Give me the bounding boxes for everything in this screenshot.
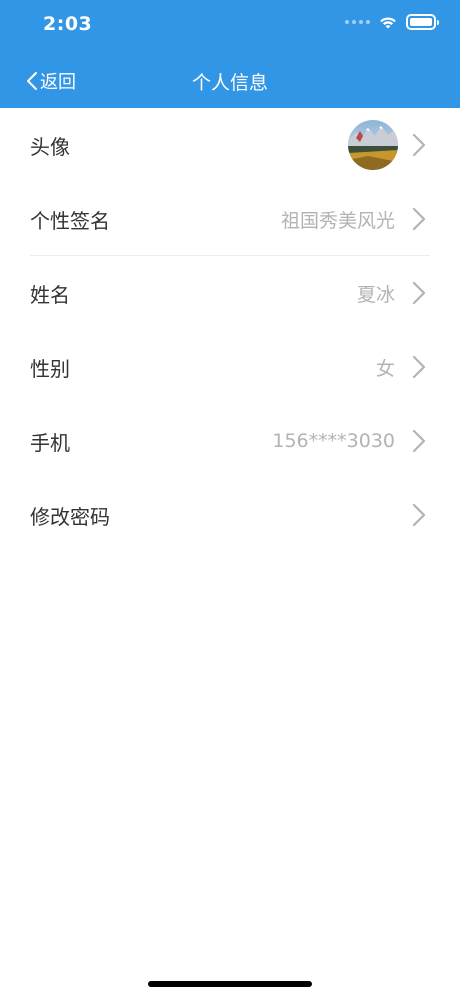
row-label: 个性签名 xyxy=(30,208,110,233)
row-avatar[interactable]: 头像 xyxy=(0,108,460,182)
avatar xyxy=(348,120,398,170)
status-indicators xyxy=(345,14,439,30)
row-label: 手机 xyxy=(30,430,70,455)
wifi-icon xyxy=(380,16,396,28)
row-phone[interactable]: 手机 156****3030 xyxy=(0,404,460,478)
chevron-right-icon xyxy=(412,281,426,305)
row-name[interactable]: 姓名 夏冰 xyxy=(0,256,460,330)
home-indicator[interactable] xyxy=(148,981,312,987)
chevron-right-icon xyxy=(412,503,426,527)
row-value: 祖国秀美风光 xyxy=(280,209,395,232)
row-label: 修改密码 xyxy=(30,504,110,529)
cellular-signal-icon xyxy=(345,20,370,24)
row-change-password[interactable]: 修改密码 xyxy=(0,478,460,552)
info-list: 头像 个性签名 祖国秀美风光 姓名 夏冰 性别 女 手机 156****3030… xyxy=(0,108,460,552)
row-value: 156****3030 xyxy=(272,430,395,452)
chevron-right-icon xyxy=(412,429,426,453)
row-label: 性别 xyxy=(30,356,70,381)
chevron-right-icon xyxy=(412,207,426,231)
chevron-right-icon xyxy=(412,133,426,157)
row-label: 头像 xyxy=(30,134,70,159)
row-label: 姓名 xyxy=(30,282,70,307)
screen: 2:03 返回 个人信息 头像 个性签名 祖国秀美风光 姓名 夏冰 性别 女 手… xyxy=(0,0,460,996)
header: 2:03 返回 个人信息 xyxy=(0,0,460,108)
page-title: 个人信息 xyxy=(191,72,268,94)
chevron-right-icon xyxy=(412,355,426,379)
row-value: 夏冰 xyxy=(356,283,395,306)
row-gender[interactable]: 性别 女 xyxy=(0,330,460,404)
status-time: 2:03 xyxy=(43,13,93,35)
row-value: 女 xyxy=(375,357,395,380)
row-signature[interactable]: 个性签名 祖国秀美风光 xyxy=(0,182,460,256)
battery-icon xyxy=(406,14,439,30)
